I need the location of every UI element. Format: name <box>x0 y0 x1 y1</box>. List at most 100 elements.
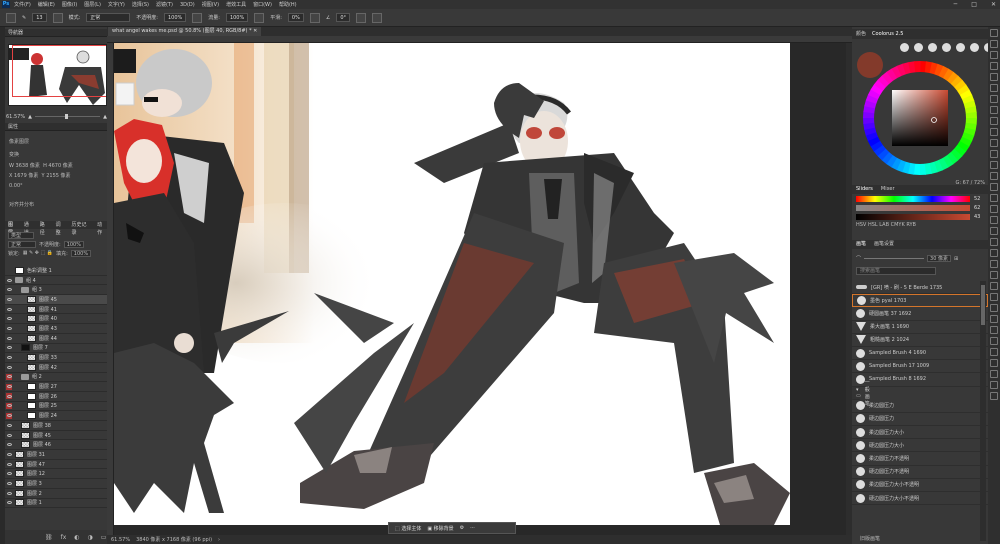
tool-icon[interactable] <box>990 359 998 367</box>
visibility-eye-icon[interactable] <box>6 402 12 409</box>
menu-layer[interactable]: 图层(L) <box>84 1 101 8</box>
menu-help[interactable]: 帮助(H) <box>279 1 297 8</box>
layer-name[interactable]: 组 3 <box>32 286 42 293</box>
tab-color[interactable]: 颜色 <box>856 29 866 39</box>
brush-settings-icon[interactable] <box>52 12 63 23</box>
layer-name[interactable]: 图层 27 <box>39 383 57 390</box>
tool-icon[interactable] <box>990 183 998 191</box>
menu-3d[interactable]: 3D(D) <box>180 2 195 8</box>
menu-select[interactable]: 选择(S) <box>132 1 149 8</box>
brush-preset[interactable]: 柔边圆压力不透明 <box>852 452 988 466</box>
layer-name[interactable]: 图层 42 <box>39 364 57 371</box>
visibility-eye-icon[interactable] <box>6 364 12 370</box>
tool-icon[interactable] <box>990 326 998 334</box>
brush-search-input[interactable]: 搜索画笔 <box>856 267 936 275</box>
tool-icon[interactable] <box>990 282 998 290</box>
r-value[interactable]: 52 <box>974 196 980 202</box>
tool-icon[interactable] <box>990 194 998 202</box>
layer-name[interactable]: 图层 33 <box>39 354 57 361</box>
navigator-view-frame[interactable] <box>12 45 106 97</box>
brush-preset[interactable]: 柔边圆压力 <box>852 400 988 413</box>
visibility-eye-icon[interactable] <box>6 432 12 438</box>
visibility-eye-icon[interactable] <box>6 393 12 400</box>
tab-channels[interactable]: 通道 <box>24 221 34 236</box>
layer-row[interactable]: 图层 26 <box>5 392 107 402</box>
layer-name[interactable]: 图层 26 <box>39 393 57 400</box>
adjustment-icon[interactable]: ◑ <box>88 534 93 541</box>
new-group-icon[interactable]: ▭ <box>101 534 107 541</box>
layer-row[interactable]: 图层 47 <box>5 460 107 470</box>
tool-icon[interactable] <box>990 337 998 345</box>
width-field[interactable]: 3638 像素 <box>16 163 40 169</box>
tool-icon[interactable] <box>990 348 998 356</box>
visibility-eye-icon[interactable] <box>6 287 12 293</box>
visibility-eye-icon[interactable] <box>6 442 12 448</box>
layer-name[interactable]: 图层 45 <box>39 296 57 303</box>
tool-icon[interactable] <box>990 260 998 268</box>
tool-icon[interactable] <box>990 51 998 59</box>
mask-icon[interactable]: ◐ <box>74 534 79 541</box>
layer-row[interactable]: 图层 45 <box>5 431 107 441</box>
layer-row[interactable]: 图层 7 <box>5 344 107 354</box>
visibility-eye-icon[interactable] <box>6 490 12 496</box>
preset-dot[interactable] <box>942 43 951 52</box>
symmetry-icon[interactable] <box>372 12 383 23</box>
tab-paths[interactable]: 路径 <box>40 221 50 236</box>
tool-icon[interactable] <box>990 271 998 279</box>
layer-row[interactable]: 图层 41 <box>5 305 107 315</box>
brush-preset[interactable]: 墨色 pyal 1703 <box>852 294 988 308</box>
layer-name[interactable]: 色彩调整 1 <box>27 267 52 274</box>
layer-row[interactable]: 图层 44 <box>5 334 107 344</box>
opacity-field[interactable]: 100% <box>163 13 187 22</box>
angle-field[interactable]: 0° <box>336 13 351 22</box>
layer-row[interactable]: 图层 43 <box>5 324 107 334</box>
visibility-eye-icon[interactable] <box>6 461 12 467</box>
menu-filter[interactable]: 滤镜(T) <box>156 1 173 8</box>
layer-name[interactable]: 图层 45 <box>33 432 51 439</box>
visibility-eye-icon[interactable] <box>6 316 12 322</box>
layer-name[interactable]: 图层 25 <box>39 402 57 409</box>
brush-preset[interactable]: [GR] 喷 - 刷 - 5 E Berde 1735 <box>852 281 988 295</box>
layer-row[interactable]: 图层 33 <box>5 353 107 363</box>
preset-dot[interactable] <box>914 43 923 52</box>
tab-coolorus[interactable]: Coolorus 2.5 <box>872 29 903 39</box>
zoom-out-icon[interactable]: ▲ <box>28 114 32 120</box>
ruler-vertical[interactable] <box>107 43 114 535</box>
tool-icon[interactable] <box>990 73 998 81</box>
tool-icon[interactable] <box>990 370 998 378</box>
visibility-eye-icon[interactable] <box>6 412 12 419</box>
home-icon[interactable] <box>6 12 16 23</box>
tool-icon[interactable] <box>990 84 998 92</box>
visibility-eye-icon[interactable] <box>6 451 12 457</box>
status-arrow-icon[interactable]: › <box>218 537 220 543</box>
brush-preset[interactable]: Sampled Brush 8 1692 <box>852 373 988 387</box>
layer-name[interactable]: 图层 7 <box>33 344 48 351</box>
layer-row[interactable]: 组 2 <box>5 373 107 383</box>
mode-select[interactable]: 正常 <box>86 13 131 22</box>
menu-edit[interactable]: 编辑(E) <box>38 1 55 8</box>
new-brush-icon[interactable]: ⊞ <box>954 256 958 262</box>
x-field[interactable]: 1679 像素 <box>14 173 38 179</box>
airbrush-icon[interactable] <box>254 12 265 23</box>
layer-row[interactable]: 图层 40 <box>5 314 107 325</box>
visibility-eye-icon[interactable] <box>6 345 12 351</box>
brush-size-slider[interactable] <box>864 258 925 259</box>
settings-icon[interactable]: ⚙ <box>460 525 464 531</box>
blend-mode-select[interactable]: 正常 <box>8 240 36 248</box>
layer-row[interactable]: 图层 38 <box>5 421 107 431</box>
g-value[interactable]: 62 <box>974 205 980 211</box>
tool-icon[interactable] <box>990 315 998 323</box>
visibility-eye-icon[interactable] <box>6 267 12 273</box>
visibility-eye-icon[interactable] <box>6 500 12 506</box>
layer-row[interactable]: 图层 42 <box>5 363 107 373</box>
layer-row[interactable]: 图层 45 <box>5 295 107 305</box>
tool-icon[interactable] <box>990 40 998 48</box>
layer-row[interactable]: 图层 46 <box>5 440 107 451</box>
more-icon[interactable]: ⋯ <box>470 525 475 531</box>
tool-icon[interactable] <box>990 205 998 213</box>
brush-angle-icon[interactable]: ⌒ <box>856 255 861 262</box>
saturation-slider[interactable] <box>856 205 970 211</box>
tab-adjustments[interactable]: 调整 <box>56 221 66 236</box>
layer-name[interactable]: 图层 44 <box>39 335 57 342</box>
fx-icon[interactable]: fx <box>61 534 67 541</box>
